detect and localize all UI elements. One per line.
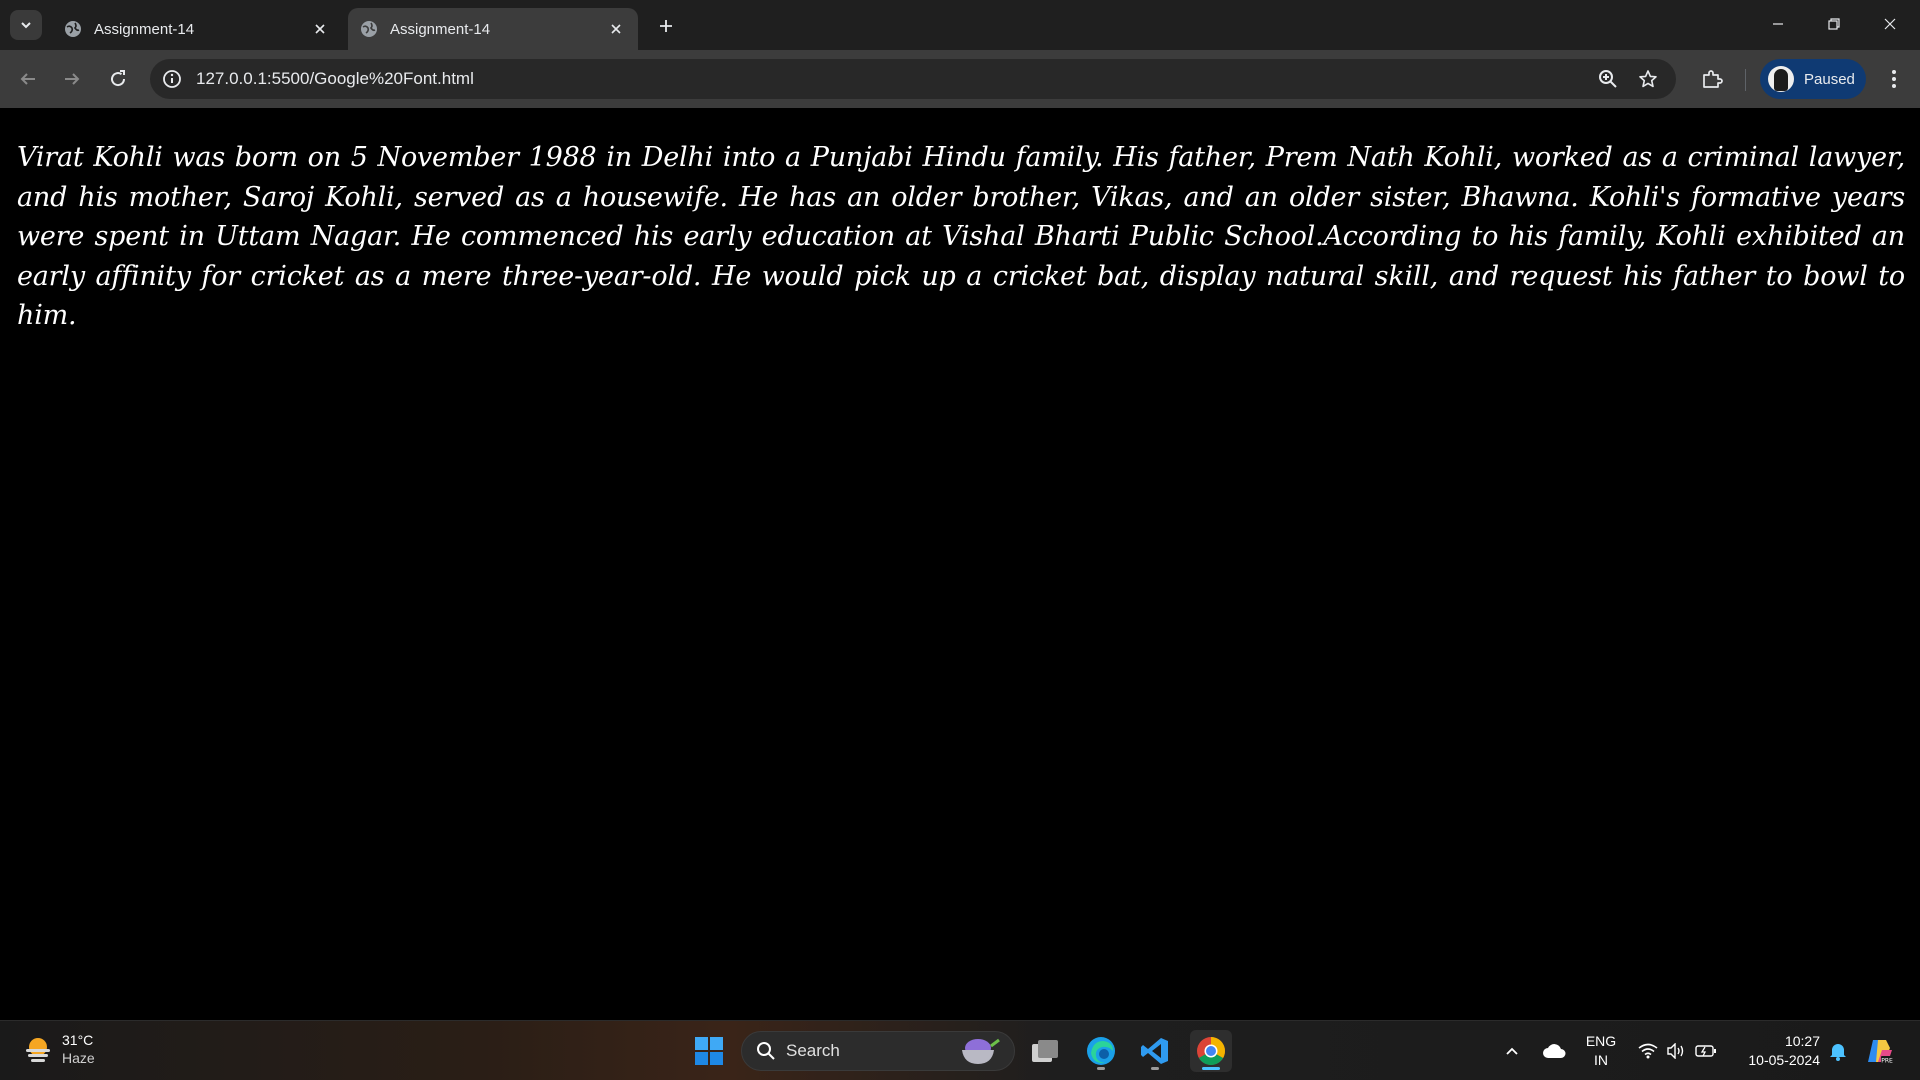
bookmark-button[interactable] [1632,63,1664,95]
more-vert-icon [1892,70,1896,88]
task-view-button[interactable] [1024,1030,1066,1072]
zoom-button[interactable] [1592,63,1624,95]
back-arrow-icon [20,73,35,85]
vscode-taskbar-button[interactable] [1134,1030,1176,1072]
avatar [1768,66,1794,92]
windows-taskbar: 31°C Haze Search ENG IN 10:27 10-05-2024… [0,1020,1920,1080]
volume-button[interactable] [1664,1039,1688,1063]
globe-icon [65,21,81,37]
url-text: 127.0.0.1:5500/Google%20Font.html [196,69,474,88]
new-tab-button[interactable] [652,12,680,40]
chrome-icon [1197,1037,1225,1065]
profile-button[interactable]: Paused [1760,59,1866,99]
haze-sun-icon [26,1038,50,1062]
search-icon [757,1042,775,1060]
bell-icon [1830,1044,1846,1061]
taskbar-search[interactable]: Search [741,1031,1015,1071]
minimize-button[interactable] [1756,8,1800,40]
network-button[interactable] [1636,1039,1660,1063]
cloud-icon [1543,1044,1566,1058]
language-region: IN [1594,1052,1608,1068]
copilot-icon: PRE [1868,1040,1893,1065]
search-label: Search [786,1041,840,1060]
zoom-icon [1599,70,1617,88]
vscode-icon [1141,1038,1168,1064]
wifi-icon [1638,1043,1658,1059]
biography-paragraph: Virat Kohli was born on 5 November 1988 … [17,142,1905,331]
chevron-down-icon [21,22,31,29]
site-info-button[interactable] [152,59,192,99]
puzzle-icon [1703,70,1723,88]
clock-date: 10-05-2024 [1748,1052,1820,1068]
chrome-taskbar-button[interactable] [1190,1030,1232,1072]
clock-time: 10:27 [1784,1033,1820,1049]
running-indicator [1097,1067,1105,1070]
page-viewport: Virat Kohli was born on 5 November 1988 … [0,108,1920,1020]
tab-title: Assignment-14 [390,20,491,38]
chrome-menu-button[interactable] [1878,63,1910,95]
tab-title: Assignment-14 [94,20,195,38]
chevron-up-icon [1506,1047,1518,1055]
reload-button[interactable] [102,63,134,95]
battery-charging-icon [1695,1045,1716,1057]
task-view-icon [1032,1040,1058,1062]
onedrive-button[interactable] [1540,1039,1568,1063]
svg-text:PRE: PRE [1881,1058,1893,1065]
reload-icon [111,70,126,87]
tab-assignment-14-first[interactable]: Assignment-14 [52,8,342,50]
minimize-icon [1773,23,1783,25]
notifications-button[interactable] [1826,1039,1850,1063]
restore-icon [1828,18,1840,30]
copilot-button[interactable]: PRE [1862,1035,1896,1067]
forward-arrow-icon [65,73,80,85]
language-code: ENG [1585,1033,1617,1049]
restore-button[interactable] [1812,8,1856,40]
close-tab-icon[interactable] [310,19,330,39]
forward-button[interactable] [56,63,88,95]
weather-condition: Haze [62,1050,95,1066]
profile-status: Paused [1804,70,1855,88]
windows-logo-icon [695,1037,723,1065]
speaker-icon [1667,1043,1684,1059]
tab-strip: Assignment-14 Assignment-14 [0,0,1920,50]
close-icon [1884,18,1896,30]
extensions-button[interactable] [1696,63,1728,95]
search-highlight-bowl-icon [962,1038,1000,1064]
active-indicator [1202,1067,1220,1070]
tab-assignment-14-active[interactable]: Assignment-14 [348,8,638,50]
close-tab-icon[interactable] [606,19,626,39]
start-button[interactable] [688,1030,730,1072]
show-hidden-icons-button[interactable] [1500,1039,1524,1063]
weather-widget[interactable]: 31°C Haze [22,1031,95,1067]
system-clock[interactable]: 10:27 10-05-2024 [1736,1032,1820,1070]
weather-temperature: 31°C [62,1032,94,1048]
input-language-indicator[interactable]: ENG IN [1584,1032,1618,1070]
plus-icon [660,20,672,32]
close-window-button[interactable] [1868,8,1912,40]
address-bar[interactable]: 127.0.0.1:5500/Google%20Font.html [150,59,1676,99]
edge-taskbar-button[interactable] [1080,1030,1122,1072]
back-button[interactable] [12,63,44,95]
browser-toolbar: 127.0.0.1:5500/Google%20Font.html Paused [0,50,1920,108]
battery-button[interactable] [1694,1039,1718,1063]
toolbar-separator [1745,69,1746,91]
globe-icon [361,21,377,37]
star-icon [1639,70,1657,88]
edge-icon [1087,1037,1115,1065]
tab-search-button[interactable] [10,10,42,40]
running-indicator [1151,1067,1159,1070]
info-icon [163,70,181,88]
